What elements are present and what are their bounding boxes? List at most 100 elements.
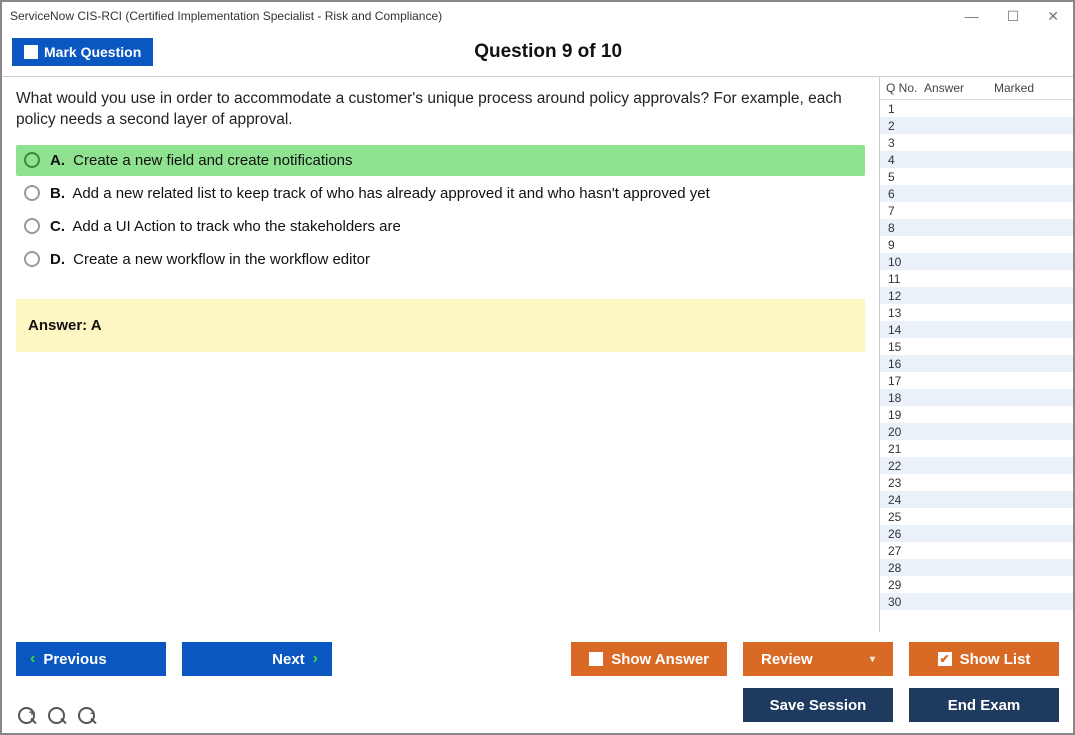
col-qno: Q No. (880, 81, 924, 95)
question-list-row[interactable]: 14 (880, 321, 1073, 338)
question-list-row[interactable]: 23 (880, 474, 1073, 491)
end-exam-button[interactable]: End Exam (909, 688, 1059, 722)
answer-box: Answer: A (16, 299, 865, 352)
show-answer-label: Show Answer (611, 651, 709, 668)
option-text: B. Add a new related list to keep track … (50, 185, 710, 202)
qno-cell: 30 (880, 595, 924, 609)
question-list-row[interactable]: 22 (880, 457, 1073, 474)
button-row-1: ‹ Previous Next › Show Answer Review ▾ ✔… (16, 642, 1059, 676)
radio-icon (24, 218, 40, 234)
radio-icon (24, 152, 40, 168)
option-text: C. Add a UI Action to track who the stak… (50, 218, 401, 235)
question-list-row[interactable]: 16 (880, 355, 1073, 372)
window-controls: — ☐ ✕ (959, 8, 1065, 25)
qno-cell: 11 (880, 272, 924, 286)
qno-cell: 15 (880, 340, 924, 354)
question-list-row[interactable]: 8 (880, 219, 1073, 236)
qno-cell: 17 (880, 374, 924, 388)
close-icon[interactable]: ✕ (1041, 8, 1065, 25)
col-answer: Answer (924, 81, 994, 95)
question-list-row[interactable]: 13 (880, 304, 1073, 321)
previous-button[interactable]: ‹ Previous (16, 642, 166, 676)
qno-cell: 25 (880, 510, 924, 524)
question-list-row[interactable]: 11 (880, 270, 1073, 287)
qno-cell: 13 (880, 306, 924, 320)
qno-cell: 5 (880, 170, 924, 184)
qno-cell: 27 (880, 544, 924, 558)
dropdown-icon: ▾ (870, 654, 875, 665)
checkbox-icon (589, 652, 603, 666)
next-label: Next (272, 651, 305, 668)
question-list-row[interactable]: 21 (880, 440, 1073, 457)
question-list-row[interactable]: 20 (880, 423, 1073, 440)
question-list-row[interactable]: 26 (880, 525, 1073, 542)
question-content: What would you use in order to accommoda… (2, 77, 879, 632)
radio-icon (24, 185, 40, 201)
option-row[interactable]: C. Add a UI Action to track who the stak… (16, 211, 865, 242)
chevron-right-icon: › (313, 650, 318, 668)
qno-cell: 20 (880, 425, 924, 439)
question-list-row[interactable]: 29 (880, 576, 1073, 593)
question-list-row[interactable]: 9 (880, 236, 1073, 253)
question-list-row[interactable]: 19 (880, 406, 1073, 423)
top-bar: Mark Question Question 9 of 10 (2, 30, 1073, 77)
question-list-row[interactable]: 28 (880, 559, 1073, 576)
question-list-row[interactable]: 24 (880, 491, 1073, 508)
question-list-row[interactable]: 2 (880, 117, 1073, 134)
end-exam-label: End Exam (948, 697, 1021, 714)
question-list-row[interactable]: 25 (880, 508, 1073, 525)
qno-cell: 9 (880, 238, 924, 252)
show-list-label: Show List (960, 651, 1031, 668)
radio-icon (24, 251, 40, 267)
question-text: What would you use in order to accommoda… (16, 89, 865, 131)
col-marked: Marked (994, 81, 1073, 95)
question-list-panel: Q No. Answer Marked 12345678910111213141… (879, 77, 1073, 632)
question-list-row[interactable]: 27 (880, 542, 1073, 559)
question-list-row[interactable]: 5 (880, 168, 1073, 185)
question-list-row[interactable]: 18 (880, 389, 1073, 406)
question-list-header: Q No. Answer Marked (880, 77, 1073, 100)
show-answer-button[interactable]: Show Answer (571, 642, 727, 676)
checkbox-checked-icon: ✔ (938, 652, 952, 666)
button-row-2: + - Save Session End Exam (16, 688, 1059, 722)
review-button[interactable]: Review ▾ (743, 642, 893, 676)
question-list-row[interactable]: 1 (880, 100, 1073, 117)
option-row[interactable]: B. Add a new related list to keep track … (16, 178, 865, 209)
option-text: A. Create a new field and create notific… (50, 152, 353, 169)
qno-cell: 1 (880, 102, 924, 116)
qno-cell: 2 (880, 119, 924, 133)
option-row[interactable]: A. Create a new field and create notific… (16, 145, 865, 176)
minimize-icon[interactable]: — (959, 8, 985, 25)
qno-cell: 19 (880, 408, 924, 422)
bottom-bar: ‹ Previous Next › Show Answer Review ▾ ✔… (2, 632, 1073, 728)
question-list-row[interactable]: 6 (880, 185, 1073, 202)
save-session-button[interactable]: Save Session (743, 688, 893, 722)
next-button[interactable]: Next › (182, 642, 332, 676)
qno-cell: 12 (880, 289, 924, 303)
review-label: Review (761, 651, 813, 668)
qno-cell: 29 (880, 578, 924, 592)
question-counter: Question 9 of 10 (33, 41, 1063, 63)
question-list-row[interactable]: 15 (880, 338, 1073, 355)
qno-cell: 3 (880, 136, 924, 150)
qno-cell: 8 (880, 221, 924, 235)
question-list-row[interactable]: 12 (880, 287, 1073, 304)
question-list-row[interactable]: 17 (880, 372, 1073, 389)
question-list[interactable]: 1234567891011121314151617181920212223242… (880, 100, 1073, 632)
qno-cell: 4 (880, 153, 924, 167)
qno-cell: 26 (880, 527, 924, 541)
option-row[interactable]: D. Create a new workflow in the workflow… (16, 244, 865, 275)
show-list-button[interactable]: ✔ Show List (909, 642, 1059, 676)
question-list-row[interactable]: 10 (880, 253, 1073, 270)
qno-cell: 14 (880, 323, 924, 337)
qno-cell: 21 (880, 442, 924, 456)
qno-cell: 23 (880, 476, 924, 490)
question-list-row[interactable]: 7 (880, 202, 1073, 219)
maximize-icon[interactable]: ☐ (1001, 8, 1026, 25)
question-list-row[interactable]: 4 (880, 151, 1073, 168)
qno-cell: 22 (880, 459, 924, 473)
main-area: What would you use in order to accommoda… (2, 77, 1073, 632)
question-list-row[interactable]: 3 (880, 134, 1073, 151)
qno-cell: 24 (880, 493, 924, 507)
question-list-row[interactable]: 30 (880, 593, 1073, 610)
